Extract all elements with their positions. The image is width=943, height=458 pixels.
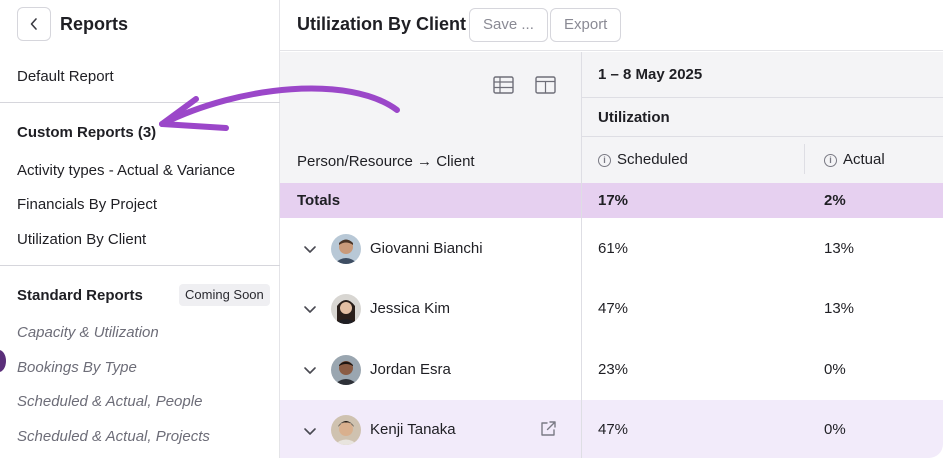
column-divider [804, 144, 805, 174]
info-icon[interactable]: i [824, 154, 837, 167]
column-divider [581, 52, 582, 458]
sidebar-item-capacity-utilization: Capacity & Utilization [17, 324, 159, 341]
totals-scheduled: 17% [598, 192, 629, 209]
actual-value: 0% [824, 421, 846, 438]
chevron-down-icon[interactable] [303, 366, 317, 376]
sidebar-item-activity-types[interactable]: Activity types - Actual & Variance [17, 162, 235, 179]
back-button[interactable] [17, 7, 51, 41]
sidebar-item-financials-by-project[interactable]: Financials By Project [17, 196, 157, 213]
actual-value: 13% [824, 300, 855, 317]
scheduled-value: 47% [598, 421, 629, 438]
date-range: 1 – 8 May 2025 [598, 66, 703, 83]
standard-reports-header: Standard Reports [17, 287, 143, 304]
row-header[interactable]: Person/Resource → Client [297, 153, 475, 170]
header-bar: Utilization By Client Save ... Export [280, 0, 943, 51]
person-name: Jordan Esra [370, 361, 451, 378]
header-divider [581, 97, 943, 98]
avatar [331, 294, 361, 324]
sidebar-divider [0, 102, 280, 103]
sidebar-item-utilization-by-client[interactable]: Utilization By Client [17, 231, 146, 248]
report-table: 1 – 8 May 2025 Utilization Person/Resour… [280, 52, 943, 458]
table-row[interactable]: Giovanni Bianchi 61% 13% [280, 218, 943, 278]
info-icon[interactable]: i [598, 154, 611, 167]
sidebar-divider [0, 265, 280, 266]
person-name: Kenji Tanaka [370, 421, 456, 438]
totals-row: Totals 17% 2% [280, 183, 943, 218]
chevron-down-icon[interactable] [303, 245, 317, 255]
open-external-icon[interactable] [539, 420, 557, 438]
sidebar: Reports Default Report Custom Reports (3… [0, 0, 280, 458]
table-row[interactable]: Jessica Kim 47% 13% [280, 278, 943, 340]
totals-label: Totals [297, 192, 341, 209]
coming-soon-badge: Coming Soon [179, 284, 270, 306]
person-name: Giovanni Bianchi [370, 240, 483, 257]
app-window: Reports Default Report Custom Reports (3… [0, 0, 943, 458]
scheduled-value: 61% [598, 240, 629, 257]
chevron-down-icon[interactable] [303, 305, 317, 315]
totals-actual: 2% [824, 192, 846, 209]
chevron-left-icon [30, 18, 37, 30]
save-button[interactable]: Save ... [469, 8, 548, 42]
chevron-down-icon[interactable] [303, 427, 317, 437]
actual-value: 0% [824, 361, 846, 378]
sidebar-title: Reports [60, 14, 129, 34]
sidebar-item-bookings-by-type: Bookings By Type [17, 359, 137, 376]
actual-column-header[interactable]: i Actual [824, 151, 885, 168]
table-row[interactable]: Kenji Tanaka 47% 0% [280, 400, 943, 458]
header-divider [581, 136, 943, 137]
utilization-group-header: Utilization [598, 109, 670, 126]
avatar [331, 415, 361, 445]
table-view-icon[interactable] [493, 76, 514, 94]
actual-label: Actual [843, 151, 885, 168]
person-name: Jessica Kim [370, 300, 451, 317]
scheduled-value: 23% [598, 361, 629, 378]
split-view-icon[interactable] [535, 76, 556, 94]
sidebar-item-default-report[interactable]: Default Report [17, 68, 114, 85]
scheduled-column-header[interactable]: i Scheduled [598, 151, 688, 168]
export-button[interactable]: Export [550, 8, 622, 42]
custom-reports-header: Custom Reports (3) [17, 124, 157, 141]
sidebar-item-scheduled-actual-people: Scheduled & Actual, People [17, 393, 203, 410]
avatar [331, 234, 361, 264]
page-title: Utilization By Client [297, 14, 467, 34]
scheduled-value: 47% [598, 300, 629, 317]
sidebar-item-scheduled-actual-projects: Scheduled & Actual, Projects [17, 428, 210, 445]
scheduled-label: Scheduled [617, 151, 688, 168]
table-row[interactable]: Jordan Esra 23% 0% [280, 340, 943, 400]
avatar [331, 355, 361, 385]
actual-value: 13% [824, 240, 855, 257]
